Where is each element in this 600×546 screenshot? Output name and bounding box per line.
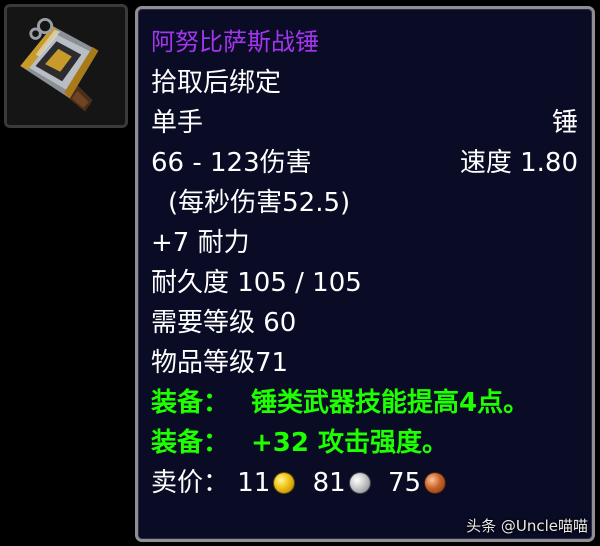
sell-price-label: 卖价： xyxy=(151,468,230,498)
slot-text: 单手 xyxy=(151,108,204,138)
binding-text: 拾取后绑定 xyxy=(151,68,282,98)
damage-row: 66 - 123伤害 速度 1.80 xyxy=(151,143,578,183)
warhammer-icon xyxy=(7,7,125,125)
item-icon-frame[interactable] xyxy=(4,4,128,128)
durability-text: 耐久度 105 / 105 xyxy=(151,268,362,298)
silver-amount: 81 xyxy=(312,468,346,498)
gold-coin-icon xyxy=(274,473,295,493)
equip-effect-text: 锤类武器技能提高4点。 xyxy=(251,388,530,418)
copper-coin-icon xyxy=(425,473,446,493)
copper-amount: 75 xyxy=(388,468,422,498)
equip-effect: 装备： 锤类武器技能提高4点。 xyxy=(151,383,578,423)
item-level-text: 物品等级71 xyxy=(151,348,289,378)
item-tooltip: 阿努比萨斯战锤 拾取后绑定 单手 锤 66 - 123伤害 速度 1.80 (每… xyxy=(135,6,595,542)
gold-amount: 11 xyxy=(237,468,271,498)
speed-text: 速度 1.80 xyxy=(459,148,578,178)
watermark: 头条 @Uncle喵喵 xyxy=(466,517,588,535)
equip-effect-text: +32 攻击强度。 xyxy=(251,428,449,458)
stat-text: +7 耐力 xyxy=(151,228,250,258)
silver-coin-icon xyxy=(349,473,370,493)
required-level-text: 需要等级 60 xyxy=(151,308,297,338)
equip-label: 装备： xyxy=(151,428,230,458)
slot-row: 单手 锤 xyxy=(151,103,578,143)
item-name: 阿努比萨斯战锤 xyxy=(151,28,319,56)
damage-text: 66 - 123伤害 xyxy=(151,148,312,178)
weapon-type-text: 锤 xyxy=(551,108,578,138)
sell-price-row: 卖价： 11 81 75 xyxy=(151,463,578,503)
dps-text: (每秒伤害52.5) xyxy=(168,188,351,218)
equip-effect: 装备： +32 攻击强度。 xyxy=(151,423,578,463)
equip-label: 装备： xyxy=(151,388,230,418)
